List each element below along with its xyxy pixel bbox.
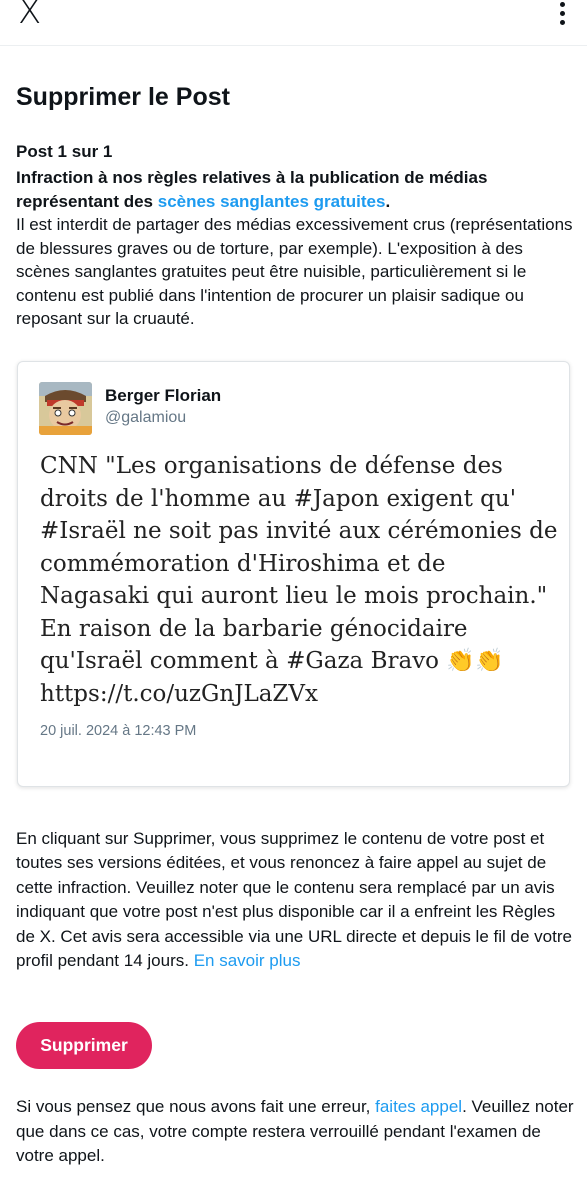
more-vertical-icon[interactable]	[557, 2, 567, 30]
author-handle: @galamiou	[105, 409, 187, 426]
learn-more-link[interactable]: En savoir plus	[194, 951, 301, 970]
violation-section: Infraction à nos règles relatives à la p…	[16, 166, 576, 331]
avatar	[39, 382, 92, 435]
delete-button[interactable]: Supprimer	[16, 1022, 152, 1069]
violation-heading: Infraction à nos règles relatives à la p…	[16, 168, 487, 211]
tweet-text: CNN "Les organisations de défense des dr…	[40, 453, 558, 707]
appeal-link[interactable]: faites appel	[375, 1097, 462, 1116]
author-name: Berger Florian	[105, 386, 222, 405]
violation-heading-suffix: .	[385, 191, 391, 211]
tweet-card: Berger Florian @galamiou CNN "Les organi…	[17, 361, 570, 787]
appeal-notice: Si vous pensez que nous avons fait une e…	[16, 1095, 576, 1169]
close-x-button[interactable]: X	[18, 0, 41, 32]
top-bar: X	[0, 0, 587, 46]
rule-link[interactable]: scènes sanglantes gratuites	[158, 192, 386, 211]
page-title: Supprimer le Post	[16, 83, 230, 111]
appeal-prefix: Si vous pensez que nous avons fait une e…	[16, 1097, 376, 1116]
explanation-text: En cliquant sur Supprimer, vous supprime…	[16, 829, 572, 971]
tweet-date: 20 juil. 2024 à 12:43 PM	[40, 723, 197, 739]
violation-description: Il est interdit de partager des médias e…	[16, 215, 573, 328]
deletion-explanation: En cliquant sur Supprimer, vous supprime…	[16, 827, 576, 973]
post-count: Post 1 sur 1	[16, 142, 113, 161]
